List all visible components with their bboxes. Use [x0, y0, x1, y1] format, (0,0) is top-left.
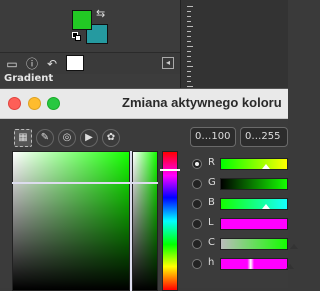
channel-row-c: C: [190, 235, 298, 253]
channel-label-h: h: [208, 257, 215, 268]
ruler-tick: [187, 76, 191, 77]
channel-radio-h[interactable]: [192, 259, 202, 269]
channel-radio-b[interactable]: [192, 199, 202, 209]
vertical-ruler: [184, 0, 194, 88]
channel-slider-h[interactable]: [220, 258, 288, 270]
range-0-255-button[interactable]: 0…255: [240, 127, 288, 147]
channel-slider-b[interactable]: [220, 198, 288, 210]
channel-radio-l[interactable]: [192, 219, 202, 229]
water-selector-icon[interactable]: ✎: [36, 129, 54, 147]
channel-row-r: R: [190, 155, 288, 173]
ruler-tick: [187, 71, 191, 72]
tool-options-tabs: ▭ ⓘ ↶: [0, 52, 180, 74]
ruler-tick: [187, 81, 191, 82]
ruler-tick: [187, 6, 193, 7]
triangle-selector-icon[interactable]: ▶: [80, 129, 98, 147]
channel-slider-g[interactable]: [220, 178, 288, 190]
ruler-tick: [187, 31, 191, 32]
display-icon[interactable]: ▭: [4, 56, 20, 72]
wheel-selector-icon[interactable]: ◎: [58, 129, 76, 147]
channel-row-h: h: [190, 255, 294, 273]
minimize-window-button[interactable]: [28, 97, 41, 110]
ruler-tick: [187, 11, 191, 12]
channel-label-l: L: [208, 217, 214, 228]
dialog-titlebar: Zmiana aktywnego koloru: [0, 89, 288, 119]
value-strip[interactable]: [132, 151, 158, 291]
default-colors-icon[interactable]: [72, 32, 82, 42]
ruler-tick: [187, 16, 191, 17]
channel-label-b: B: [208, 197, 215, 208]
white-color-swatch[interactable]: [66, 55, 84, 71]
maximize-window-button[interactable]: [47, 97, 60, 110]
info-icon[interactable]: ⓘ: [24, 56, 40, 72]
channel-row-l: L: [190, 215, 288, 233]
ruler-tick: [187, 46, 193, 47]
channel-label-g: G: [208, 177, 216, 188]
channel-thumb-b[interactable]: [262, 204, 270, 209]
gradient-section-title: Gradient: [4, 73, 54, 84]
hue-marker[interactable]: [160, 169, 180, 171]
channel-label-c: C: [208, 237, 215, 248]
channel-radio-c[interactable]: [192, 239, 202, 249]
channel-label-r: R: [208, 157, 215, 168]
ruler-tick: [187, 56, 191, 57]
saturation-value-field[interactable]: [12, 151, 130, 291]
change-active-color-dialog: Zmiana aktywnego koloru ▦ ✎ ◎ ▶ ✿ 0…100 …: [0, 88, 298, 291]
channel-slider-c[interactable]: [220, 238, 288, 250]
ruler-tick: [187, 36, 191, 37]
canvas-area: [180, 0, 288, 88]
channel-radio-g[interactable]: [192, 179, 202, 189]
channel-thumb-h[interactable]: [286, 264, 294, 269]
ruler-tick: [187, 66, 193, 67]
ruler-tick: [187, 86, 193, 87]
ruler-tick: [187, 21, 191, 22]
configure-tab-icon[interactable]: ◂: [162, 57, 174, 69]
ruler-tick: [187, 41, 191, 42]
watercolor-selector-icon[interactable]: ✿: [102, 129, 120, 147]
ruler-tick: [187, 51, 191, 52]
channel-row-b: B: [190, 195, 288, 213]
channel-slider-l[interactable]: [220, 218, 288, 230]
channel-slider-r[interactable]: [220, 158, 288, 170]
ruler-tick: [187, 26, 193, 27]
hue-strip[interactable]: [162, 151, 178, 291]
range-0-100-button[interactable]: 0…100: [190, 127, 236, 147]
channel-radio-r[interactable]: [192, 159, 202, 169]
swap-colors-icon[interactable]: ⇆: [96, 8, 108, 20]
scales-selector-icon[interactable]: ▦: [14, 129, 32, 147]
ruler-tick: [187, 61, 191, 62]
channel-row-g: G: [190, 175, 288, 193]
foreground-color-swatch[interactable]: [72, 10, 92, 30]
crosshair-vertical: [130, 151, 132, 291]
channel-thumb-r[interactable]: [262, 164, 270, 169]
undo-icon[interactable]: ↶: [44, 56, 60, 72]
close-window-button[interactable]: [8, 97, 21, 110]
crosshair-horizontal: [12, 182, 158, 184]
dialog-title: Zmiana aktywnego koloru: [122, 95, 282, 110]
channel-thumb-c[interactable]: [290, 244, 298, 249]
